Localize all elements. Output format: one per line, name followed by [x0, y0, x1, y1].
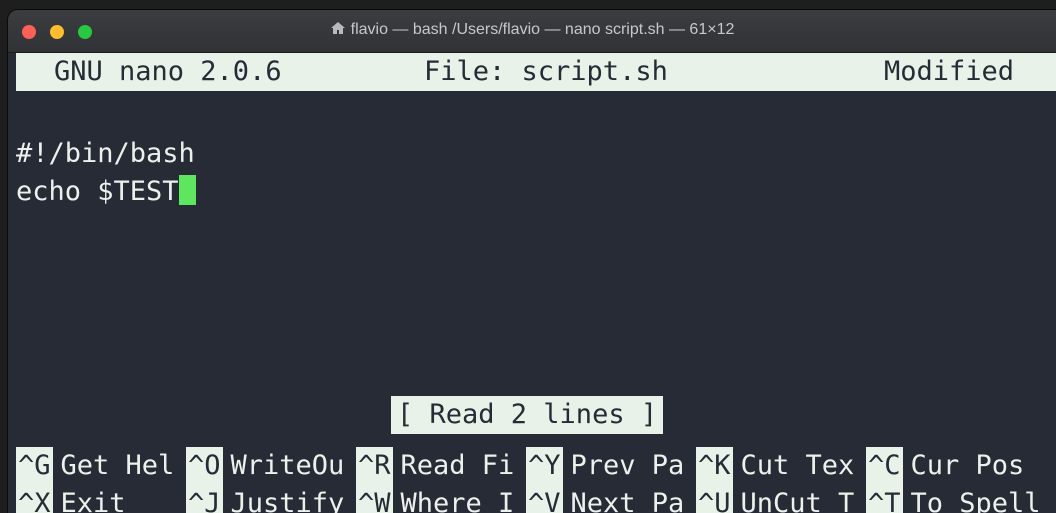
shortcut-label: Next Pa: [570, 488, 685, 513]
shortcut-where-is[interactable]: ^W Where I: [356, 485, 514, 513]
shortcut-label: UnCut T: [740, 488, 855, 513]
shortcut-justify[interactable]: ^J Justify: [186, 485, 344, 513]
shortcut-cur-pos[interactable]: ^C Cur Pos: [866, 447, 1024, 485]
title-bar: flavio — bash /Users/flavio — nano scrip…: [8, 10, 1056, 53]
shortcut-to-spell[interactable]: ^T To Spell: [866, 485, 1041, 513]
terminal-content[interactable]: GNU nano 2.0.6 File: script.sh Modified …: [8, 53, 1056, 513]
shortcut-write-out[interactable]: ^O WriteOu: [186, 447, 344, 485]
shortcut-label: Cut Tex: [740, 450, 855, 481]
shortcut-read-file[interactable]: ^R Read Fi: [356, 447, 514, 485]
home-icon: [330, 22, 345, 34]
shortcut-label: Read Fi: [400, 450, 515, 481]
text-cursor: [178, 175, 196, 205]
shortcut-label: Prev Pa: [570, 450, 685, 481]
shortcut-key: ^U: [696, 485, 733, 513]
shortcut-key: ^W: [356, 485, 393, 513]
shortcut-key: ^O: [186, 447, 223, 485]
shortcut-label: To Spell: [910, 488, 1041, 513]
editor-line[interactable]: #!/bin/bash: [16, 135, 195, 173]
shortcut-key: ^C: [866, 447, 903, 485]
shortcut-label: Get Hel: [60, 450, 175, 481]
shortcut-label: Exit: [60, 488, 126, 513]
status-message: [ Read 2 lines ]: [391, 396, 664, 434]
shortcut-label: Cur Pos: [910, 450, 1025, 481]
shortcut-key: ^T: [866, 485, 903, 513]
window-title-text: flavio — bash /Users/flavio — nano scrip…: [350, 21, 735, 38]
window-title: flavio — bash /Users/flavio — nano scrip…: [8, 21, 1056, 39]
shortcut-key: ^J: [186, 485, 223, 513]
shortcut-get-help[interactable]: ^G Get Hel: [16, 447, 174, 485]
terminal-window: flavio — bash /Users/flavio — nano scrip…: [8, 10, 1056, 513]
nano-header-bar: GNU nano 2.0.6 File: script.sh Modified: [16, 53, 1056, 91]
shortcut-label: Where I: [400, 488, 515, 513]
shortcut-row-2: ^X Exit ^J Justify ^W Where I ^V Next Pa ^U U…: [8, 485, 1056, 513]
shortcut-key: ^K: [696, 447, 733, 485]
shortcut-prev-page[interactable]: ^Y Prev Pa: [526, 447, 684, 485]
shortcut-key: ^G: [16, 447, 53, 485]
shortcut-next-page[interactable]: ^V Next Pa: [526, 485, 684, 513]
editor-line[interactable]: echo $TEST: [16, 173, 196, 211]
shortcut-row-1: ^G Get Hel ^O WriteOu ^R Read Fi ^Y Prev Pa …: [8, 447, 1056, 485]
shortcut-exit[interactable]: ^X Exit: [16, 485, 126, 513]
shortcut-key: ^V: [526, 485, 563, 513]
shortcut-uncut-text[interactable]: ^U UnCut T: [696, 485, 854, 513]
file-name: File: script.sh: [424, 56, 668, 87]
shortcut-cut-text[interactable]: ^K Cut Tex: [696, 447, 854, 485]
shortcut-key: ^Y: [526, 447, 563, 485]
shortcut-label: WriteOu: [230, 450, 345, 481]
shortcut-label: Justify: [230, 488, 345, 513]
shortcut-key: ^X: [16, 485, 53, 513]
nano-version: GNU nano 2.0.6: [54, 56, 282, 87]
shortcut-key: ^R: [356, 447, 393, 485]
modified-indicator: Modified: [884, 56, 1015, 87]
